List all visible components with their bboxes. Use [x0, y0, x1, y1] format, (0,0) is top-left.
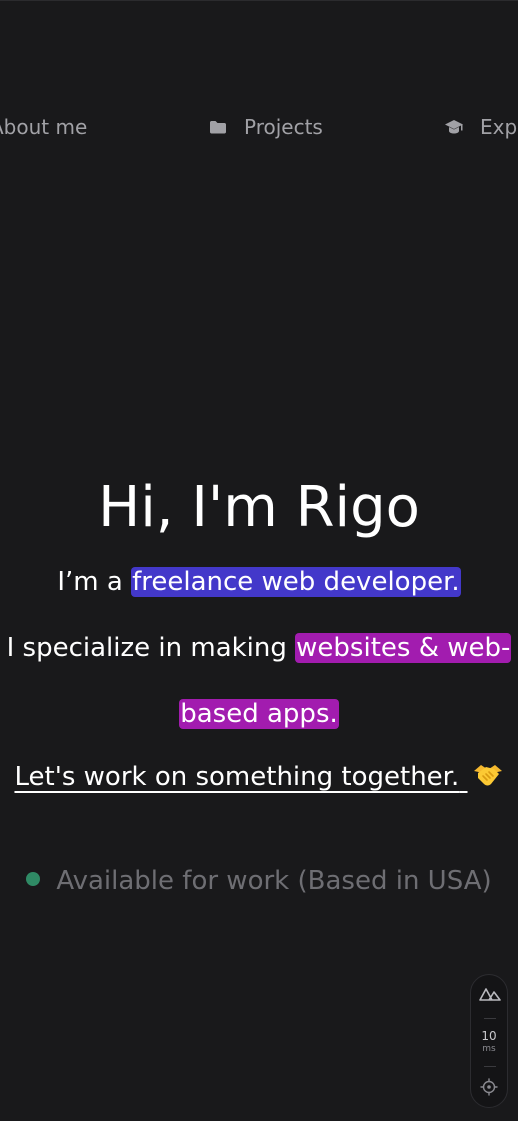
nav-item-experience[interactable]: Experience — [444, 112, 518, 142]
cta-label: Let's work on something together. — [14, 762, 460, 792]
intro-highlight: freelance web developer. — [131, 567, 461, 597]
top-nav: About me Projects Experience — [0, 112, 518, 142]
nav-item-label: Projects — [244, 115, 323, 139]
specialize-highlight-continued: based apps. — [179, 699, 339, 729]
nav-item-about-me[interactable]: About me — [0, 112, 87, 142]
availability-status: Available for work (Based in USA) — [0, 861, 518, 901]
graduation-cap-icon — [444, 117, 464, 137]
devtools-divider — [484, 1018, 496, 1019]
devtools-widget[interactable]: 10 ms — [470, 974, 508, 1108]
specialize-prefix: I specialize in making — [6, 633, 296, 663]
render-time-unit: ms — [482, 1044, 496, 1054]
status-text: Available for work (Based in USA) — [56, 866, 492, 896]
intro-line: I’m a freelance web developer. — [0, 562, 518, 602]
nav-item-projects[interactable]: Projects — [208, 112, 323, 142]
specialize-line-continued: based apps. — [0, 694, 518, 734]
specialize-line: I specialize in making websites & web- — [0, 628, 518, 668]
page: About me Projects Experience Hi, I'm Rig… — [0, 0, 518, 1121]
nav-item-label: About me — [0, 115, 88, 139]
specialize-highlight: websites & web- — [295, 633, 512, 663]
intro-prefix: I’m a — [57, 567, 132, 597]
hero-title: Hi, I'm Rigo — [98, 475, 420, 540]
handshake-icon — [472, 761, 504, 789]
devtools-divider — [484, 1066, 496, 1067]
render-time-value: 10 — [481, 1029, 497, 1043]
nav-item-label: Experience — [480, 115, 518, 139]
nuxt-logo-icon[interactable] — [479, 986, 501, 1002]
folder-icon — [208, 117, 228, 137]
component-inspector-icon[interactable] — [480, 1078, 498, 1096]
contact-cta-link[interactable]: Let's work on something together. — [0, 757, 518, 797]
status-dot — [26, 872, 41, 886]
